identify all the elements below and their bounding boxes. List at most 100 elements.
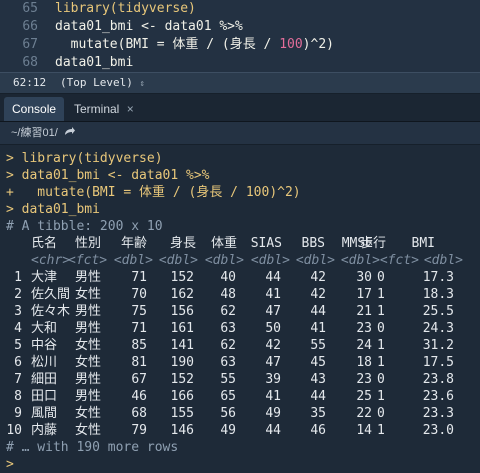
console-command: > data01_bmi [6,202,100,217]
table-row: 10 内藤 女性 79 146 49 44 46 14 1 23.0 [0,422,480,439]
editor-line: 68 data01_bmi [0,54,480,72]
table-cell: 女性 [75,355,102,370]
editor-line: 67 mutate(BMI = 体重 / (身長 / 100)^2) [0,36,480,54]
console-prompt[interactable]: > [6,456,14,473]
console-command: > data01_bmi <- data01 %>% [6,168,210,183]
console-output[interactable]: > library(tidyverse) > data01_bmi <- data… [0,145,480,472]
table-cell: 女性 [75,423,102,438]
table-cell: 17 [356,287,372,302]
table-cell: 18 [356,355,372,370]
table-cell: 65 [220,389,236,404]
table-cell: 67 [131,372,147,387]
code-text: library(tidyverse) [55,0,196,18]
type-row-cell: <dbl> [340,253,380,268]
table-cell: 大和 [31,321,58,336]
table-cell: 佐々木 [31,304,71,319]
table-cell: 24 [356,338,372,353]
console-command: > library(tidyverse) [6,151,163,166]
table-row: 9 風間 女性 68 155 56 49 35 22 0 23.3 [0,405,480,422]
table-cell: 18.3 [422,287,454,302]
table-header-cell: 氏名 [31,236,58,251]
table-cell: 4 [14,321,22,336]
table-cell: 女性 [75,287,102,302]
table-cell: 23 [356,372,372,387]
table-cell: 21 [356,304,372,319]
type-row-cell: <chr> [31,253,71,268]
table-cell: 0 [377,372,385,387]
table-cell: 141 [170,338,194,353]
table-cell: 6 [14,355,22,370]
table-cell: 48 [220,287,236,302]
type-row-cell: <dbl> [250,253,290,268]
table-cell: 女性 [75,338,102,353]
table-cell: 71 [131,270,147,285]
source-editor[interactable]: 65 library(tidyverse) 66 data01_bmi <- data… [0,0,480,72]
table-cell: 63 [220,321,236,336]
tab-console-label: Console [12,102,57,116]
table-cell: 46 [310,423,326,438]
table-cell: 7 [14,372,22,387]
line-number: 66 [22,19,38,34]
table-cell: 1 [377,389,385,404]
table-cell: 146 [170,423,194,438]
code-text: data01_bmi [55,54,133,72]
table-cell: 女性 [75,406,102,421]
table-cell: 30 [356,270,372,285]
scope-selector[interactable]: (Top Level) ⇕ [60,73,145,94]
table-cell: 25.5 [422,304,454,319]
table-cell: 内藤 [31,423,58,438]
table-cell: 1 [377,355,385,370]
table-cell: 162 [170,287,194,302]
table-cell: 2 [14,287,22,302]
table-cell: 166 [170,389,194,404]
line-number: 68 [22,55,38,70]
table-cell: 62 [220,304,236,319]
table-header-cell: BMI [411,236,435,251]
table-cell: 23.8 [422,372,454,387]
table-header-cell: 身長 [169,236,196,251]
table-cell: 161 [170,321,194,336]
table-cell: 31.2 [422,338,454,353]
table-cell: 23 [356,321,372,336]
table-cell: 45 [310,355,326,370]
code-token: )^2) [302,37,334,52]
tab-terminal-label: Terminal [74,102,120,116]
table-cell: 41 [310,321,326,336]
tibble-summary: # A tibble: 200 x 10 [6,219,163,234]
table-cell: 23.3 [422,406,454,421]
editor-status-bar: 62:12 (Top Level) ⇕ [0,72,480,94]
table-cell: 1 [377,338,385,353]
table-cell: 71 [131,321,147,336]
table-cell: 152 [170,372,194,387]
type-row-cell: <dbl> [295,253,335,268]
cursor-position: 62:12 [13,76,47,89]
table-cell: 85 [131,338,147,353]
table-cell: 22 [356,406,372,421]
table-cell: 24.3 [422,321,454,336]
table-header-cell: SIAS [250,236,282,251]
scope-label: (Top Level) [60,76,133,89]
table-cell: 47 [265,355,281,370]
table-cell: 75 [131,304,147,319]
table-cell: 35 [310,406,326,421]
table-header: 氏名 性別 年齢 身長 体重 SIAS BBS MMSE 歩行 BMI [0,235,480,252]
close-icon[interactable]: × [127,102,134,116]
table-cell: 3 [14,304,22,319]
table-cell: 0 [377,270,385,285]
table-row: 8 田口 男性 46 166 65 41 44 25 1 23.6 [0,388,480,405]
go-to-directory-icon[interactable] [64,122,76,144]
line-number: 65 [22,1,38,16]
tab-console[interactable]: Console [4,97,65,121]
type-row-cell: <dbl> [158,253,198,268]
table-cell: 41 [265,389,281,404]
table-row: 6 松川 女性 81 190 63 47 45 18 1 17.5 [0,354,480,371]
table-cell: 男性 [75,321,102,336]
table-cell: 男性 [75,304,102,319]
tab-terminal[interactable]: Terminal × [66,97,142,121]
table-cell: 62 [220,338,236,353]
table-cell: 41 [265,287,281,302]
table-cell: 中谷 [31,338,58,353]
working-directory-bar: ~/練習01/ [0,122,480,145]
table-cell: 1 [14,270,22,285]
editor-line: 66 data01_bmi <- data01 %>% [0,18,480,36]
